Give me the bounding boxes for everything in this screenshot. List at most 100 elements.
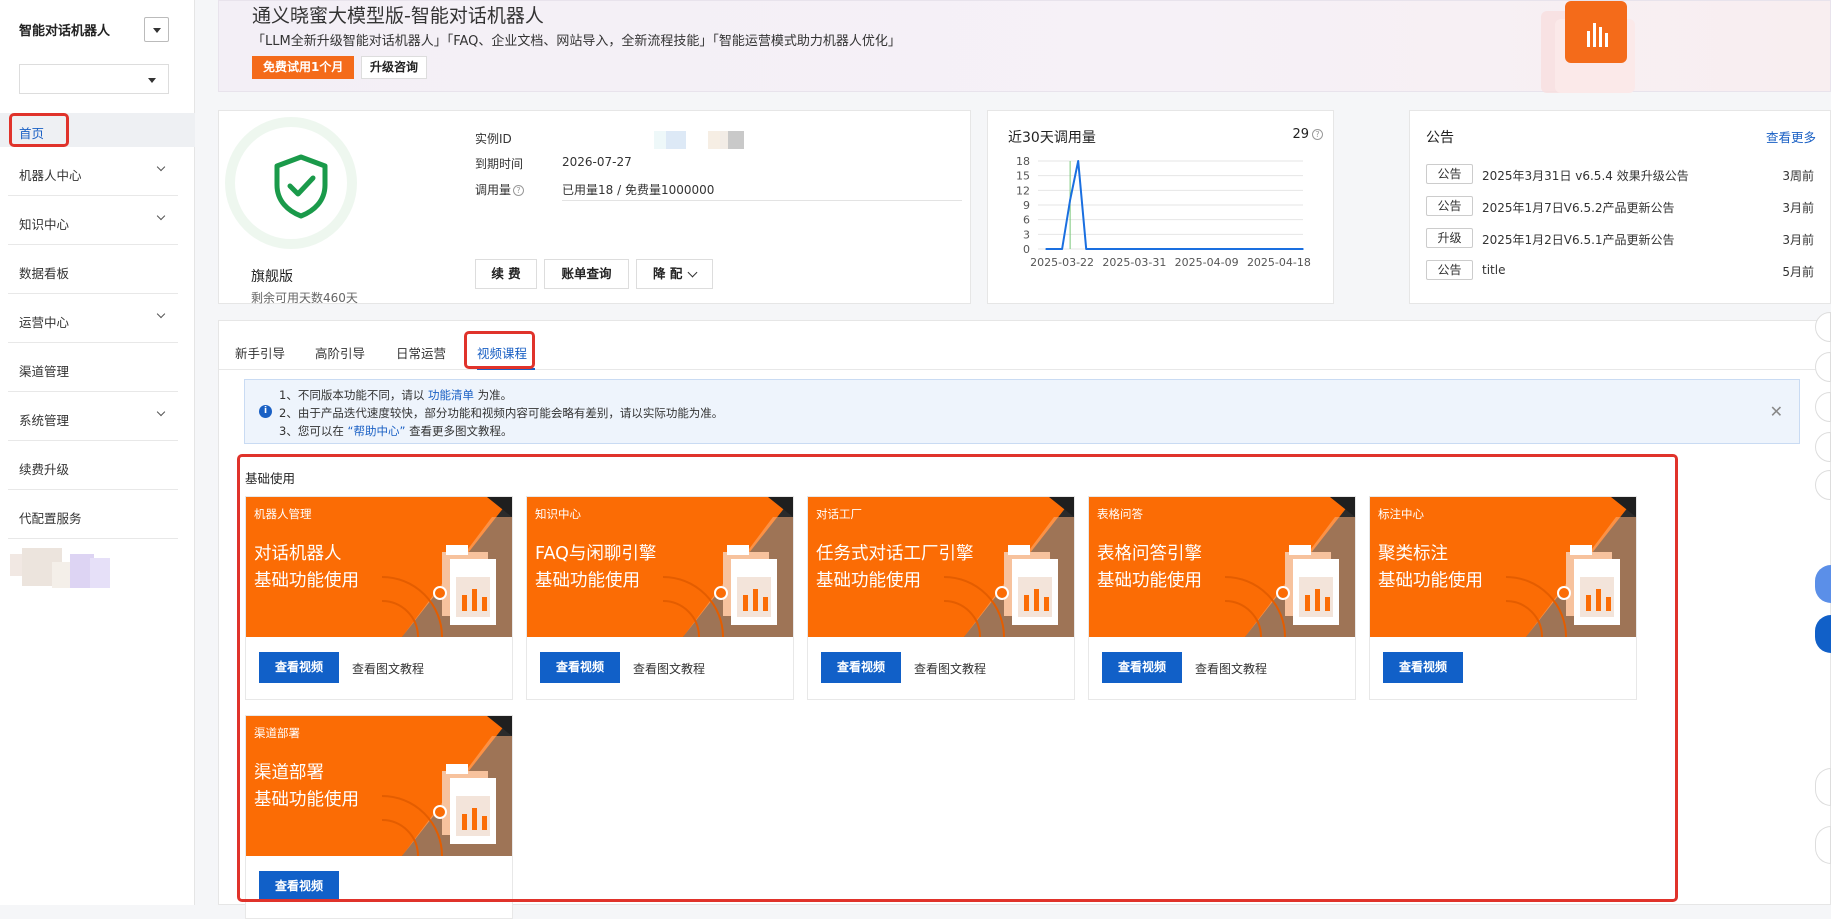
feature-list-link[interactable]: 功能清单: [428, 388, 474, 402]
view-video-button[interactable]: 查看视频: [1102, 652, 1182, 683]
video-thumbnail[interactable]: 渠道部署 渠道部署 基础功能使用: [246, 716, 512, 856]
view-video-button[interactable]: 查看视频: [259, 652, 339, 683]
announcement-tag: 升级: [1426, 228, 1473, 248]
view-tutorial-link[interactable]: 查看图文教程: [633, 660, 705, 677]
sidebar-item-channels[interactable]: 渠道管理: [0, 343, 195, 392]
video-thumbnail[interactable]: 知识中心 FAQ与闲聊引擎 基础功能使用: [527, 497, 793, 637]
video-card: 表格问答表格问答引擎 基础功能使用查看视频 查看图文教程: [1088, 496, 1356, 700]
y-tick-label: 9: [1023, 199, 1030, 212]
announcement-time: 3月前: [1782, 233, 1814, 247]
banner-subtitle: 「LLM全新升级智能对话机器人」「FAQ、企业文档、网站导入，全新流程技能」「智…: [252, 34, 901, 49]
free-trial-button[interactable]: 免费试用1个月: [252, 56, 355, 79]
help-icon[interactable]: ?: [1312, 129, 1323, 140]
renew-button[interactable]: 续 费: [475, 259, 537, 289]
sidebar-item-label: 渠道管理: [19, 364, 70, 379]
usage-card: 近30天调用量 29 ? 0 3 6 9 12 15 18 2025-03-22 2025-03…: [987, 110, 1334, 304]
view-more-link[interactable]: 查看更多: [1766, 127, 1816, 146]
info-line-2: 2、由于产品迭代速度较快，部分功能和视频内容可能会略有差别，请以实际功能为准。: [279, 406, 724, 420]
usage-data-point: [1045, 248, 1047, 250]
floating-toolbar[interactable]: [1815, 0, 1831, 905]
close-icon[interactable]: ✕: [1770, 402, 1783, 421]
announcement-text: title: [1482, 263, 1506, 277]
y-tick-label: 18: [1016, 155, 1030, 168]
view-tutorial-link[interactable]: 查看图文教程: [1195, 660, 1267, 677]
tab-video-courses[interactable]: 视频课程: [477, 343, 527, 362]
upgrade-consult-button[interactable]: 升级咨询: [361, 56, 428, 79]
tab-beginner-guide[interactable]: 新手引导: [235, 343, 285, 362]
announcement-row[interactable]: 公告 title 5月前: [1426, 260, 1814, 280]
sidebar: 智能对话机器人 首页 机器人中心 知识中心 数据看板 运营中心 渠道管理 系统管…: [0, 0, 195, 905]
help-center-link[interactable]: “帮助中心”: [347, 424, 405, 438]
sidebar-item-renew-upgrade[interactable]: 续费升级: [0, 441, 195, 490]
sidebar-item-home[interactable]: 首页: [0, 113, 195, 147]
video-title: 对话机器人 基础功能使用: [254, 541, 359, 595]
announcement-row[interactable]: 公告 2025年1月7日V6.5.2产品更新公告 3月前: [1426, 196, 1814, 216]
view-video-button[interactable]: 查看视频: [540, 652, 620, 683]
video-thumbnail[interactable]: 对话工厂 任务式对话工厂引擎 基础功能使用: [808, 497, 1074, 637]
sidebar-item-label: 数据看板: [19, 266, 70, 281]
app-switch-dropdown[interactable]: [144, 17, 169, 42]
guide-panel: 新手引导 高阶引导 日常运营 视频课程 i 1、不同版本功能不同，请以 功能清单…: [218, 320, 1831, 919]
info-line-1: 1、不同版本功能不同，请以 功能清单 为准。: [279, 387, 512, 403]
video-title: 渠道部署 基础功能使用: [254, 760, 359, 814]
usage-total: 29: [1292, 127, 1309, 142]
usage-line-chart: 0 36 9 1215 18 2025-03-22 2025-03-31 2025-04-09…: [1016, 155, 1311, 269]
info-icon: i: [259, 405, 272, 418]
video-category: 机器人管理: [254, 507, 312, 521]
tab-daily-operations[interactable]: 日常运营: [396, 343, 446, 362]
announcement-row[interactable]: 公告 2025年3月31日 v6.5.4 效果升级公告 3周前: [1426, 164, 1814, 184]
sidebar-item-robot-center[interactable]: 机器人中心: [0, 147, 195, 196]
y-tick-label: 3: [1023, 228, 1030, 241]
video-thumbnail[interactable]: 标注中心 聚类标注 基础功能使用: [1370, 497, 1636, 637]
video-card: 标注中心 聚类标注 基础功能使用查看视频: [1369, 496, 1637, 700]
video-title-line-2: 基础功能使用: [254, 790, 359, 810]
sidebar-item-knowledge-center[interactable]: 知识中心: [0, 196, 195, 245]
bill-query-button[interactable]: 账单查询: [544, 259, 629, 289]
video-title-line-1: 聚类标注: [1378, 544, 1448, 564]
info-line-3: 3、您可以在 “帮助中心” 查看更多图文教程。: [279, 423, 513, 439]
view-video-button[interactable]: 查看视频: [259, 871, 339, 902]
plan-badge: [225, 117, 357, 249]
info-alert: i 1、不同版本功能不同，请以 功能清单 为准。 2、由于产品迭代速度较快，部分…: [244, 379, 1800, 444]
sidebar-item-operations-center[interactable]: 运营中心: [0, 294, 195, 343]
announcement-tag: 公告: [1426, 260, 1473, 280]
plan-days-left: 剩余可用天数460天: [251, 291, 358, 305]
x-tick-label: 2025-03-31: [1102, 256, 1166, 269]
usage-value: 已用量18 / 免费量1000000: [562, 183, 715, 197]
announcement-text: 2025年1月7日V6.5.2产品更新公告: [1482, 201, 1675, 215]
video-illustration: [1225, 497, 1355, 637]
view-video-button[interactable]: 查看视频: [821, 652, 901, 683]
video-thumbnail[interactable]: 机器人管理对话机器人 基础功能使用: [246, 497, 512, 637]
video-title-line-2: 基础功能使用: [535, 571, 640, 591]
tab-advanced-guide[interactable]: 高阶引导: [315, 343, 365, 362]
video-illustration: [1506, 497, 1636, 637]
instance-select[interactable]: [19, 64, 169, 94]
video-title-line-2: 基础功能使用: [1097, 571, 1202, 591]
divider: [562, 200, 962, 201]
shield-check-icon: [274, 154, 328, 219]
sidebar-item-label: 续费升级: [19, 462, 70, 477]
sidebar-item-config-service[interactable]: 代配置服务: [0, 490, 195, 539]
view-tutorial-link[interactable]: 查看图文教程: [914, 660, 986, 677]
sidebar-item-system[interactable]: 系统管理: [0, 392, 195, 441]
help-icon[interactable]: ?: [513, 185, 525, 196]
video-title: 表格问答引擎 基础功能使用: [1097, 541, 1202, 595]
announcement-text: 2025年1月2日V6.5.1产品更新公告: [1482, 233, 1675, 247]
downgrade-button[interactable]: 降 配: [636, 259, 713, 289]
view-tutorial-link[interactable]: 查看图文教程: [352, 660, 424, 677]
usage-data-point: [1085, 248, 1087, 250]
video-thumbnail[interactable]: 表格问答表格问答引擎 基础功能使用: [1089, 497, 1355, 637]
video-category: 对话工厂: [816, 507, 862, 521]
view-video-button[interactable]: 查看视频: [1383, 652, 1463, 683]
video-category: 表格问答: [1097, 507, 1143, 521]
video-title-line-1: 对话机器人: [254, 544, 342, 564]
usage-label: 调用量: [475, 183, 512, 197]
sidebar-item-dashboard[interactable]: 数据看板: [0, 245, 195, 294]
video-title: 聚类标注 基础功能使用: [1378, 541, 1483, 595]
tab-divider: [219, 369, 1830, 370]
announcement-row[interactable]: 升级 2025年1月2日V6.5.1产品更新公告 3月前: [1426, 228, 1814, 248]
info-text: 为准。: [477, 388, 513, 402]
chevron-down-icon: [156, 407, 166, 417]
announcement-tag: 公告: [1426, 196, 1473, 216]
announcement-text: 2025年3月31日 v6.5.4 效果升级公告: [1482, 169, 1689, 183]
